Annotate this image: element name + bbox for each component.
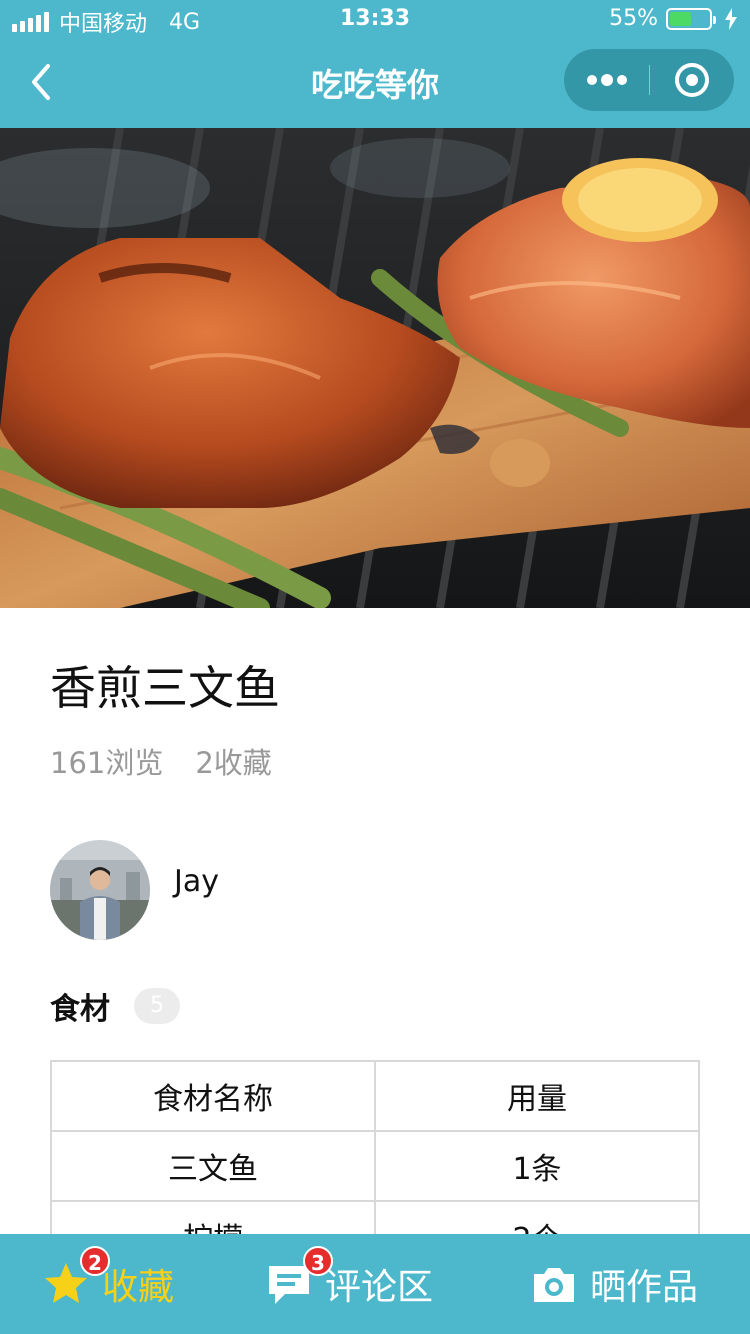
status-right: 55%	[609, 6, 738, 31]
table-header-row: 食材名称 用量	[50, 1060, 700, 1132]
recipe-title: 香煎三文鱼	[50, 661, 280, 715]
mini-program-capsule	[564, 49, 734, 111]
table-header: 用量	[374, 1060, 700, 1132]
close-button[interactable]	[668, 61, 716, 99]
author-name: Jay	[174, 863, 219, 899]
comments-tab[interactable]: 3 评论区	[265, 1234, 433, 1334]
table-header: 食材名称	[50, 1060, 376, 1132]
status-bar: 中国移动 4G 13:33 55%	[0, 0, 750, 40]
recipe-hero-image	[0, 128, 750, 608]
comment-icon: 3	[265, 1246, 333, 1308]
share-work-label: 晒作品	[590, 1267, 699, 1308]
table-row: 三文鱼 1条	[50, 1130, 700, 1202]
camera-icon	[530, 1260, 578, 1308]
star-icon: 2	[42, 1246, 110, 1308]
favorite-count: 2收藏	[195, 746, 272, 780]
capsule-divider	[649, 65, 650, 95]
comments-label: 评论区	[325, 1267, 434, 1308]
share-work-tab[interactable]: 晒作品	[530, 1234, 698, 1334]
section-title: 食材	[50, 992, 110, 1027]
nav-bar: 吃吃等你	[0, 40, 750, 128]
author-row[interactable]: Jay	[50, 840, 219, 940]
bottom-tab-bar: 2 收藏 3 评论区 晒作品	[0, 1234, 750, 1334]
ingredient-name: 三文鱼	[50, 1130, 376, 1202]
avatar[interactable]	[50, 840, 150, 940]
more-dots-icon	[587, 74, 627, 86]
recipe-stats: 161浏览 2收藏	[50, 740, 272, 782]
view-count: 161浏览	[50, 746, 164, 780]
battery-icon	[666, 7, 716, 30]
charging-icon	[725, 7, 737, 30]
target-circle-icon	[675, 63, 709, 97]
comments-badge: 3	[303, 1246, 333, 1276]
battery-percent: 55%	[609, 6, 658, 31]
favorite-label: 收藏	[102, 1267, 175, 1308]
ingredient-amount: 1条	[374, 1130, 700, 1202]
favorite-tab[interactable]: 2 收藏	[42, 1234, 174, 1334]
more-button[interactable]	[582, 61, 632, 99]
favorite-badge: 2	[80, 1246, 110, 1276]
ingredient-count-badge: 5	[134, 988, 180, 1024]
ingredients-header: 食材 5	[50, 984, 180, 1028]
